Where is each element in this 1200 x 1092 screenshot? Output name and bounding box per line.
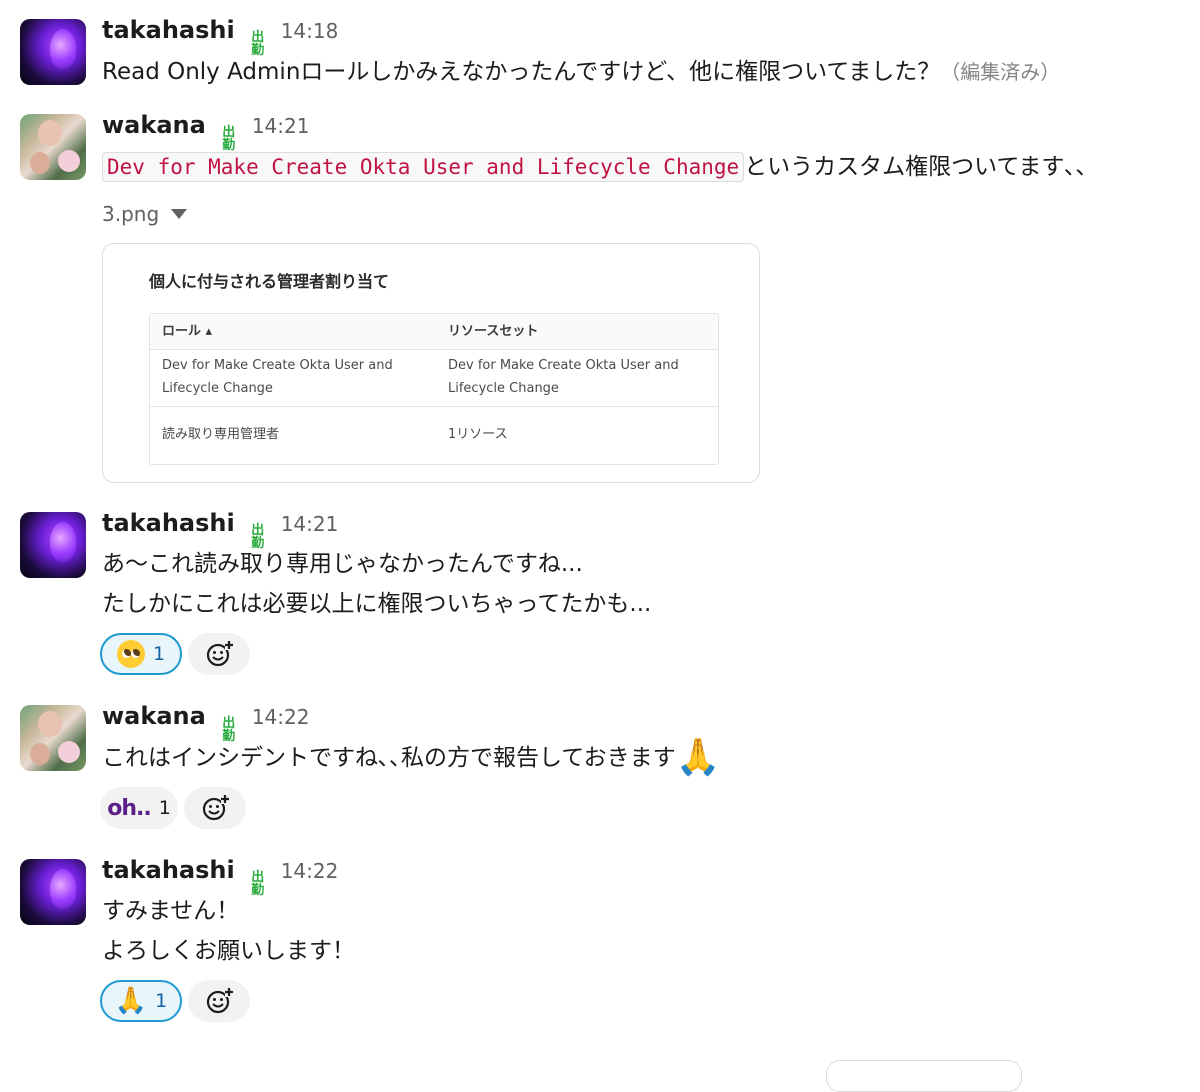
- reaction-bar: 🙏 1: [100, 980, 250, 1022]
- message-text: Read Only Adminロールしかみえなかったんですけど、他に権限ついてま…: [102, 59, 1061, 85]
- reaction-folded-hands[interactable]: 🙏 1: [100, 980, 182, 1022]
- user-name[interactable]: wakana: [102, 111, 206, 139]
- preview-table: ロール ▴ リソースセット Dev for Make Create Okta U…: [149, 313, 719, 465]
- user-name[interactable]: wakana: [102, 702, 206, 730]
- timestamp[interactable]: 14:21: [281, 512, 339, 536]
- reaction-bar: 1: [100, 633, 250, 675]
- status-icon: 出勤: [251, 870, 265, 898]
- column-header: ロール ▴: [162, 324, 213, 339]
- add-reaction-icon: [202, 794, 229, 821]
- avatar-takahashi[interactable]: [20, 512, 86, 578]
- table-cell: 1リソース: [448, 427, 508, 442]
- avatar-wakana[interactable]: [20, 705, 86, 771]
- timestamp[interactable]: 14:22: [281, 859, 339, 883]
- user-name[interactable]: takahashi: [102, 16, 235, 44]
- timestamp[interactable]: 14:21: [252, 114, 310, 138]
- reaction-count: 1: [152, 643, 166, 665]
- message-text: すみません！: [102, 898, 240, 924]
- table-cell: Dev for Make Create Okta User and: [448, 358, 679, 373]
- avatar-takahashi[interactable]: [20, 19, 86, 85]
- column-header: リソースセット: [448, 324, 539, 339]
- add-reaction-button[interactable]: [184, 787, 246, 829]
- folded-hands-icon: 🙏: [114, 986, 148, 1016]
- timestamp[interactable]: 14:18: [281, 19, 339, 43]
- reaction-count: 1: [158, 797, 171, 819]
- avatar-wakana[interactable]: [20, 114, 86, 180]
- user-name[interactable]: takahashi: [102, 509, 235, 537]
- table-cell: Dev for Make Create Okta User and: [162, 358, 393, 373]
- add-reaction-button[interactable]: [188, 633, 250, 675]
- user-name[interactable]: takahashi: [102, 856, 235, 884]
- message-text: よろしくお願いします！: [102, 938, 355, 964]
- add-reaction-icon: [206, 987, 233, 1014]
- edited-label: （編集済み）: [940, 60, 1061, 84]
- preview-title: 個人に付与される管理者割り当て: [149, 272, 390, 291]
- add-reaction-button[interactable]: [188, 980, 250, 1022]
- pleading-face-icon: [116, 640, 145, 668]
- oh-icon: oh..: [107, 795, 151, 821]
- reaction-pleading-face[interactable]: 1: [100, 633, 182, 675]
- message-text: Dev for Make Create Okta User and Lifecy…: [102, 147, 1087, 187]
- folded-hands-icon: 🙏: [675, 737, 721, 778]
- message-text: たしかにこれは必要以上に権限ついちゃってたかも...: [102, 591, 652, 617]
- table-cell: Lifecycle Change: [162, 381, 273, 396]
- reaction-count: 1: [155, 990, 168, 1012]
- avatar-takahashi[interactable]: [20, 859, 86, 925]
- message-text: これはインシデントですね､､私の方で報告しておきます🙏: [102, 737, 721, 778]
- inline-code: Dev for Make Create Okta User and Lifecy…: [102, 152, 745, 182]
- file-name[interactable]: 3.png: [102, 202, 159, 226]
- reaction-bar: oh.. 1: [100, 787, 246, 829]
- table-row: 読み取り専用管理者 1リソース: [150, 406, 718, 463]
- chevron-down-icon[interactable]: [171, 209, 188, 219]
- image-preview[interactable]: 個人に付与される管理者割り当て ロール ▴ リソースセット Dev for Ma…: [102, 243, 760, 483]
- file-toggle[interactable]: 3.png: [102, 202, 188, 226]
- message-text: あ〜これ読み取り専用じゃなかったんですね...: [102, 551, 583, 577]
- table-cell: 読み取り専用管理者: [162, 427, 280, 442]
- table-cell: Lifecycle Change: [448, 381, 559, 396]
- timestamp[interactable]: 14:22: [252, 705, 310, 729]
- reaction-oh[interactable]: oh.. 1: [100, 787, 178, 829]
- table-header-row: ロール ▴ リソースセット: [150, 314, 718, 350]
- table-row: Dev for Make Create Okta User and Lifecy…: [150, 349, 718, 407]
- new-messages-pill[interactable]: [826, 1060, 1022, 1092]
- add-reaction-icon: [206, 640, 233, 667]
